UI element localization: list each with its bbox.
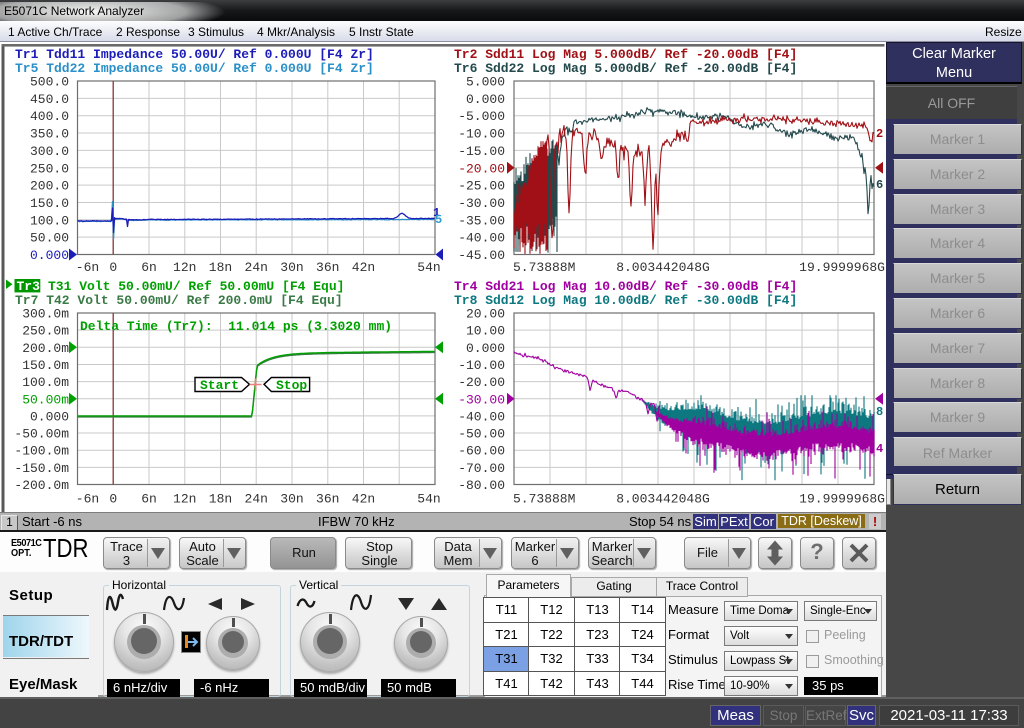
svg-text:0: 0 xyxy=(109,492,117,507)
svg-text:-80.00: -80.00 xyxy=(458,478,505,493)
svg-text:8: 8 xyxy=(876,405,883,419)
svg-text:250.0m: 250.0m xyxy=(22,324,69,339)
svg-text:6: 6 xyxy=(876,178,883,192)
svg-text:450.0: 450.0 xyxy=(30,92,69,107)
svg-text:T31 Volt 50.00mU/ Ref 50.00mU: T31 Volt 50.00mU/ Ref 50.00mU [F4 Equ] xyxy=(48,279,344,294)
svg-text:6n: 6n xyxy=(141,260,157,275)
svg-text:19.9999968G: 19.9999968G xyxy=(799,260,885,275)
svg-text:-40.00: -40.00 xyxy=(458,409,505,424)
svg-text:-45.00: -45.00 xyxy=(458,248,505,263)
svg-text:30n: 30n xyxy=(280,260,303,275)
svg-text:-30.00: -30.00 xyxy=(458,196,505,211)
svg-text:200.0m: 200.0m xyxy=(22,341,69,356)
svg-text:54n: 54n xyxy=(417,492,440,507)
svg-text:150.0: 150.0 xyxy=(30,196,69,211)
svg-text:-60.00: -60.00 xyxy=(458,444,505,459)
svg-text:42n: 42n xyxy=(352,492,375,507)
svg-text:5.73888M: 5.73888M xyxy=(513,260,575,275)
svg-text:Tr2 Sdd11 Log Mag 5.000dB/ Ref: Tr2 Sdd11 Log Mag 5.000dB/ Ref -20.00dB … xyxy=(454,47,797,62)
svg-text:19.9999968G: 19.9999968G xyxy=(799,492,885,507)
svg-text:-70.00: -70.00 xyxy=(458,461,505,476)
svg-text:12n: 12n xyxy=(173,260,196,275)
svg-text:54n: 54n xyxy=(417,260,440,275)
svg-text:36n: 36n xyxy=(316,492,339,507)
svg-text:30n: 30n xyxy=(280,492,303,507)
svg-text:0.000: 0.000 xyxy=(466,92,505,107)
svg-text:Stop: Stop xyxy=(276,378,307,393)
svg-text:-200.0m: -200.0m xyxy=(14,478,69,493)
svg-text:18n: 18n xyxy=(209,492,232,507)
svg-text:0.000: 0.000 xyxy=(30,409,69,424)
svg-text:5: 5 xyxy=(435,213,442,227)
svg-text:-40.00: -40.00 xyxy=(458,231,505,246)
svg-text:-150.0m: -150.0m xyxy=(14,461,69,476)
svg-text:Delta Time (Tr7): 11.014 ps (: Delta Time (Tr7): 11.014 ps (3.3020 mm) xyxy=(80,319,392,334)
svg-text:2: 2 xyxy=(876,127,883,141)
svg-text:18n: 18n xyxy=(209,260,232,275)
svg-text:-50.00: -50.00 xyxy=(458,427,505,442)
svg-text:-20.00: -20.00 xyxy=(458,161,505,176)
svg-text:Start: Start xyxy=(200,378,239,393)
svg-text:20.00: 20.00 xyxy=(466,307,505,322)
svg-text:-20.00: -20.00 xyxy=(458,375,505,390)
svg-text:400.0: 400.0 xyxy=(30,109,69,124)
svg-text:12n: 12n xyxy=(173,492,196,507)
svg-text:5.73888M: 5.73888M xyxy=(513,492,575,507)
svg-text:0.000: 0.000 xyxy=(466,341,505,356)
svg-text:36n: 36n xyxy=(316,260,339,275)
svg-text:250.0: 250.0 xyxy=(30,161,69,176)
svg-text:350.0: 350.0 xyxy=(30,127,69,142)
svg-text:100.0m: 100.0m xyxy=(22,375,69,390)
svg-text:Tr4 Sdd21 Log Mag 10.00dB/ Ref: Tr4 Sdd21 Log Mag 10.00dB/ Ref -30.00dB … xyxy=(454,279,797,294)
svg-text:Tr1 Tdd11 Impedance 50.00U/ Re: Tr1 Tdd11 Impedance 50.00U/ Ref 0.000U [… xyxy=(15,47,374,62)
svg-text:-25.00: -25.00 xyxy=(458,179,505,194)
svg-text:300.0: 300.0 xyxy=(30,144,69,159)
svg-text:-6n: -6n xyxy=(76,492,99,507)
svg-text:50.00m: 50.00m xyxy=(22,392,69,407)
svg-text:24n: 24n xyxy=(245,260,268,275)
svg-text:500.0: 500.0 xyxy=(30,75,69,90)
svg-text:200.0: 200.0 xyxy=(30,179,69,194)
svg-text:24n: 24n xyxy=(245,492,268,507)
svg-text:-50.00m: -50.00m xyxy=(14,427,69,442)
svg-text:-10.00: -10.00 xyxy=(458,127,505,142)
svg-text:-30.00: -30.00 xyxy=(458,392,505,407)
svg-text:-6n: -6n xyxy=(76,260,99,275)
svg-text:-10.00: -10.00 xyxy=(458,358,505,373)
svg-text:4: 4 xyxy=(876,442,883,456)
svg-text:8.003442048G: 8.003442048G xyxy=(616,492,710,507)
svg-text:-15.00: -15.00 xyxy=(458,144,505,159)
svg-text:10.00: 10.00 xyxy=(466,324,505,339)
svg-text:8.003442048G: 8.003442048G xyxy=(616,260,710,275)
svg-text:50.00: 50.00 xyxy=(30,231,69,246)
svg-text:42n: 42n xyxy=(352,260,375,275)
svg-text:0.000: 0.000 xyxy=(30,248,69,263)
svg-text:100.0: 100.0 xyxy=(30,213,69,228)
svg-text:150.0m: 150.0m xyxy=(22,358,69,373)
svg-text:-100.0m: -100.0m xyxy=(14,444,69,459)
svg-text:-35.00: -35.00 xyxy=(458,213,505,228)
svg-text:6n: 6n xyxy=(141,492,157,507)
svg-text:300.0m: 300.0m xyxy=(22,307,69,322)
svg-text:Tr3: Tr3 xyxy=(17,279,41,294)
svg-text:5.000: 5.000 xyxy=(466,75,505,90)
svg-text:0: 0 xyxy=(109,260,117,275)
svg-text:Tr8 Sdd12 Log Mag 10.00dB/ Ref: Tr8 Sdd12 Log Mag 10.00dB/ Ref -30.00dB … xyxy=(454,293,797,308)
svg-text:Tr6 Sdd22 Log Mag 5.000dB/ Ref: Tr6 Sdd22 Log Mag 5.000dB/ Ref -20.00dB … xyxy=(454,61,797,76)
svg-text:-5.000: -5.000 xyxy=(458,109,505,124)
